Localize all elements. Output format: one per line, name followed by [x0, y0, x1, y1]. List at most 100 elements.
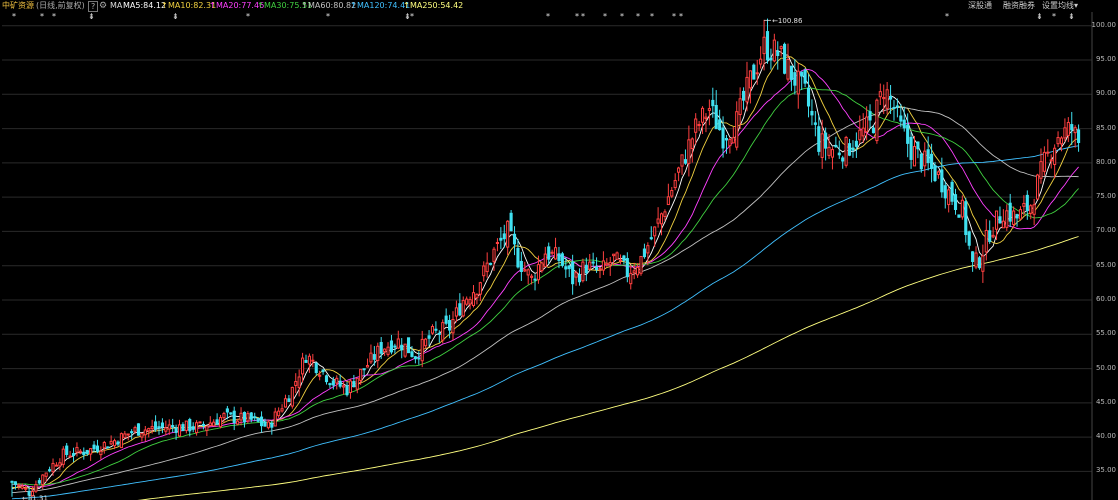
candle [567, 264, 571, 278]
candle-body [1032, 204, 1036, 215]
candle-body [475, 293, 479, 299]
candle-body [345, 385, 349, 396]
candle-body [167, 424, 171, 430]
candle [167, 419, 171, 435]
candle-body [707, 108, 711, 111]
candle-body [875, 99, 879, 142]
candle [297, 369, 301, 397]
candle-body [878, 91, 882, 98]
candle [971, 251, 975, 272]
candle [116, 440, 120, 447]
candle-body [266, 421, 270, 429]
candle [198, 421, 202, 424]
candle [861, 113, 865, 144]
candle-body [10, 480, 14, 483]
candle-body [663, 211, 667, 217]
candle [434, 321, 438, 334]
candle-body [68, 455, 72, 458]
candle-body [191, 426, 195, 430]
candle [762, 19, 766, 71]
high-annotation: ←100.86 [772, 17, 803, 25]
candle-body [403, 343, 407, 357]
y-tick-label: 75.00 [1095, 192, 1116, 201]
candle-body [964, 201, 968, 236]
candle [348, 379, 352, 399]
candle-body [130, 431, 134, 434]
candle [926, 136, 930, 171]
candle-body [704, 116, 708, 119]
candle [1053, 144, 1057, 179]
candle [68, 450, 72, 458]
candle-body [714, 104, 718, 130]
candle [577, 268, 582, 286]
candle [355, 377, 359, 394]
candle [499, 227, 503, 250]
candle-body [150, 426, 154, 430]
candle-body [547, 246, 551, 260]
candle [868, 104, 872, 128]
candle-body [283, 398, 288, 408]
candle [666, 183, 670, 206]
candle-body [1012, 210, 1016, 225]
candle-body [372, 354, 376, 360]
candle-body [318, 374, 322, 377]
candle-body [1035, 174, 1040, 200]
candle [776, 41, 780, 70]
candle [557, 246, 561, 269]
candle [783, 42, 787, 75]
candle-body [256, 417, 260, 422]
candle [714, 90, 718, 130]
candle-body [386, 346, 390, 355]
candle-body [1077, 129, 1081, 144]
candle [61, 446, 65, 468]
candle-body [20, 485, 24, 489]
candle [813, 111, 817, 137]
candle-body [225, 408, 229, 413]
candle-body [567, 265, 571, 270]
candle-body [543, 253, 547, 268]
candle [564, 257, 568, 278]
candle [157, 420, 161, 435]
candle-body [666, 196, 670, 206]
candle [991, 226, 995, 239]
candle-body [950, 181, 954, 202]
candle-body [160, 422, 164, 428]
candle-body [342, 385, 346, 388]
candle-body [1015, 214, 1019, 219]
candle-body [506, 220, 510, 248]
candle [854, 132, 858, 158]
candle [543, 246, 547, 268]
candle-body [697, 123, 701, 126]
candle [742, 87, 746, 110]
candle-body [530, 275, 534, 278]
candle [307, 353, 311, 373]
candlestick-chart[interactable]: ←100.86 ←31.31 [0, 0, 1118, 500]
candle-body [396, 338, 400, 349]
candle-body [608, 262, 612, 266]
candle [400, 338, 404, 359]
candle [140, 432, 144, 442]
candle [335, 375, 339, 390]
candle-body [629, 272, 633, 285]
candle-body [51, 462, 55, 473]
candle [283, 394, 288, 408]
candle [328, 382, 332, 389]
candle [796, 63, 800, 109]
candle-body [653, 226, 657, 237]
candle [516, 238, 520, 269]
candle [977, 256, 982, 270]
candle [485, 252, 489, 278]
candle-body [988, 230, 992, 242]
candle-body [164, 427, 168, 432]
candle-body [718, 119, 722, 131]
candle-body [314, 362, 318, 374]
candle-body [232, 410, 236, 424]
candle [365, 358, 370, 368]
candle [875, 98, 879, 144]
candle-body [468, 299, 472, 305]
candle [724, 134, 729, 154]
candle-body [789, 65, 793, 80]
y-axis: 100.00 95.00 90.00 85.00 80.00 75.00 70.00 65.0… [1090, 12, 1118, 500]
candle [205, 425, 209, 436]
candle-body [352, 381, 356, 388]
